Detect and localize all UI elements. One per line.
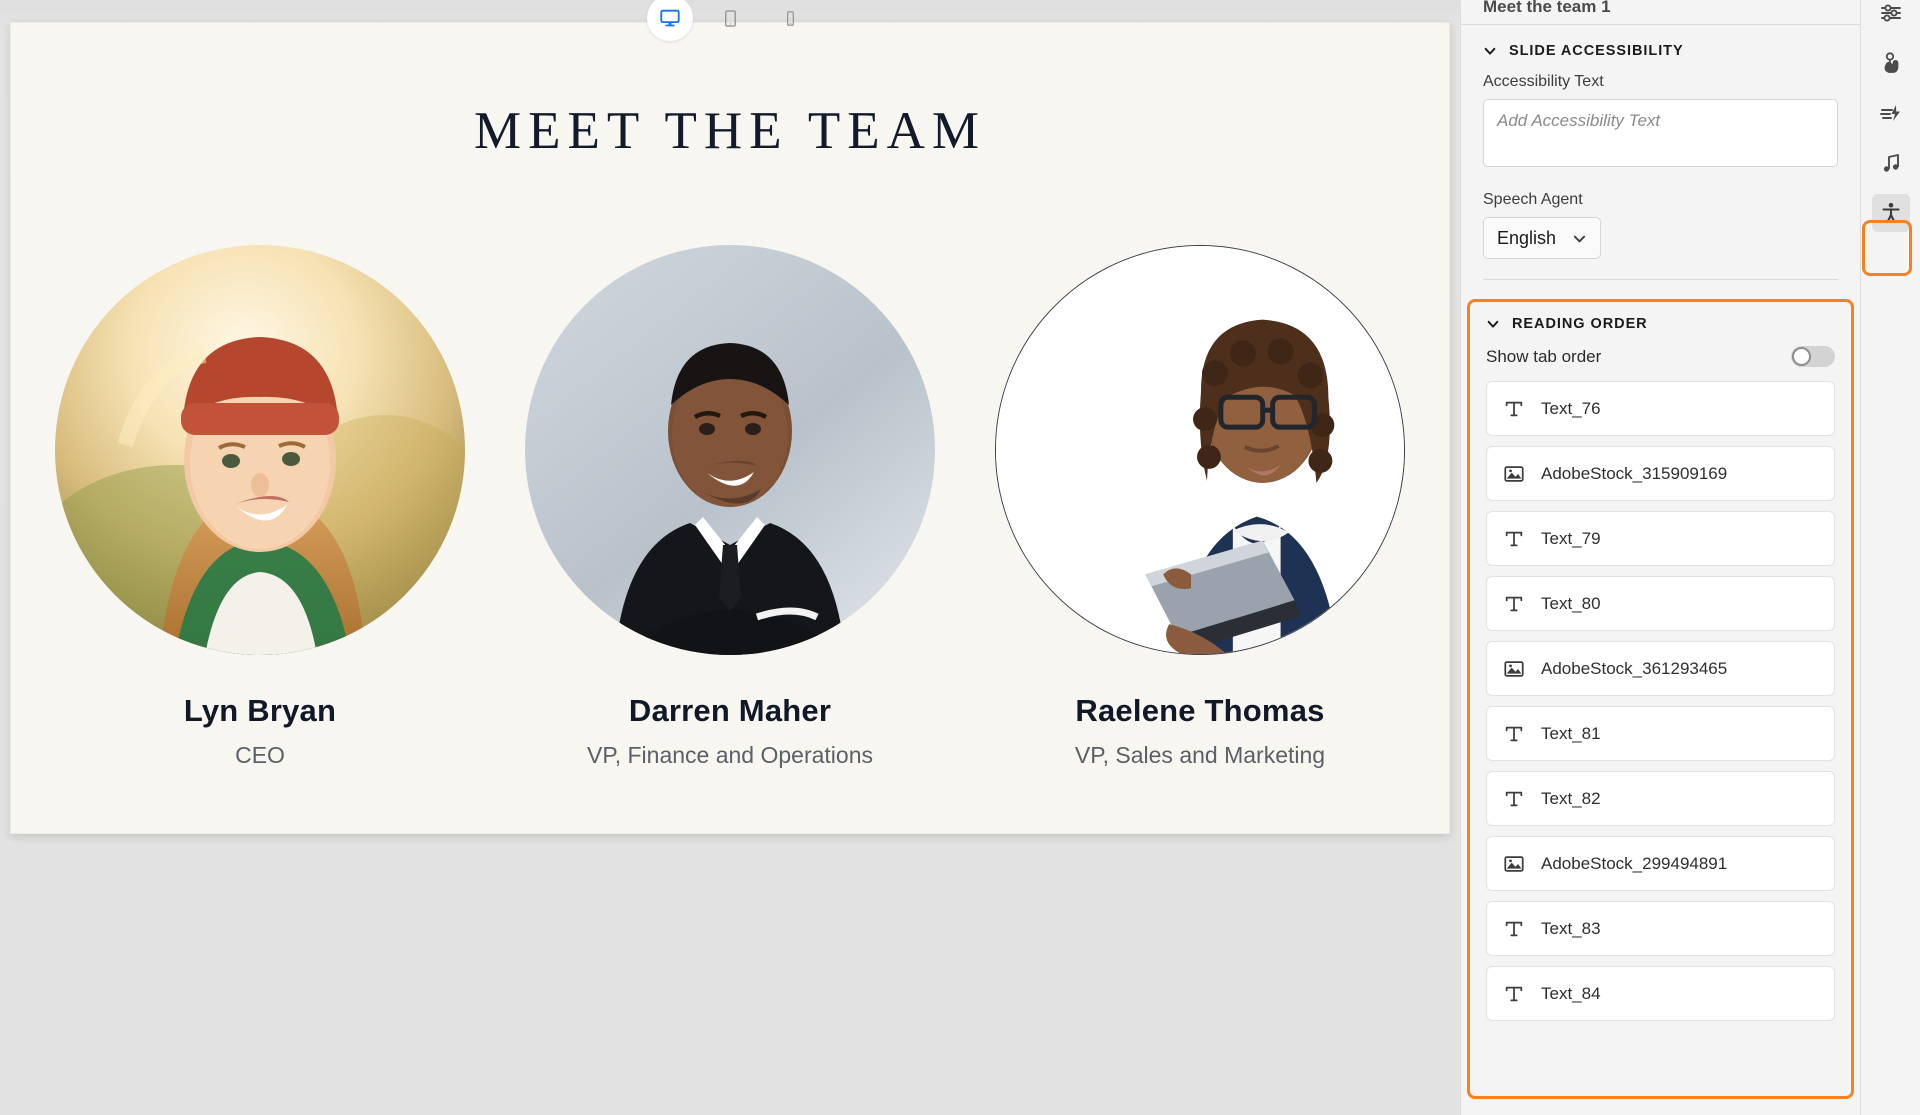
show-tab-order-row: Show tab order [1486,346,1835,367]
reading-order-item-label: Text_79 [1541,528,1601,548]
reading-order-list: Text_76 AdobeStock_315909169 Text_79 Text_8… [1486,381,1835,1021]
text-icon [1505,726,1523,741]
app-root: MEET THE TEAM Lyn Bryan CEO Darren Maher… [0,0,1920,1115]
member-name[interactable]: Lyn Bryan [184,693,336,729]
chevron-down-icon [1484,47,1496,55]
team-member[interactable]: Lyn Bryan CEO [55,245,465,769]
image-icon [1504,855,1524,872]
mobile-icon [786,10,794,26]
reading-order-item-label: AdobeStock_299494891 [1541,853,1728,873]
accessibility-rail-highlight [1862,220,1912,276]
man-suit-arms-crossed-portrait-image [525,245,935,655]
team-member[interactable]: Raelene Thomas VP, Sales and Marketing [995,245,1405,769]
slide-title[interactable]: MEET THE TEAM [11,101,1449,161]
accessibility-text-input[interactable] [1483,99,1838,167]
properties-sliders-icon [1880,4,1901,22]
right-icon-rail [1860,0,1920,1115]
woman-beanie-sunset-portrait-image [55,245,465,655]
slide-accessibility-title: SLIDE ACCESSIBILITY [1509,43,1684,59]
reading-order-item[interactable]: Text_80 [1486,576,1835,631]
text-icon [1505,531,1523,546]
reading-order-item-label: Text_83 [1541,918,1601,938]
reading-order-section: READING ORDER Show tab order Text_76 Adob… [1467,299,1854,1099]
speech-agent-label: Speech Agent [1483,191,1583,208]
reading-order-item[interactable]: Text_76 [1486,381,1835,436]
section-separator [1483,279,1838,280]
text-icon [1505,921,1523,936]
member-name[interactable]: Darren Maher [629,693,831,729]
member-role[interactable]: VP, Sales and Marketing [1075,742,1325,769]
reading-order-item-label: Text_81 [1541,723,1601,743]
rail-button-motion-effects[interactable] [1872,94,1910,132]
image-icon [1504,660,1524,677]
rail-button-properties[interactable] [1872,0,1910,32]
text-icon [1505,986,1523,1001]
team-members-row: Lyn Bryan CEO Darren Maher VP, Finance a… [11,245,1449,769]
team-member[interactable]: Darren Maher VP, Finance and Operations [525,245,935,769]
reading-order-item[interactable]: Text_82 [1486,771,1835,826]
woman-glasses-folder-portrait-image [996,246,1404,654]
member-photo-raelene-thomas[interactable] [995,245,1405,655]
panel-clipped-title: Meet the team 1 [1483,0,1611,16]
reading-order-item[interactable]: AdobeStock_299494891 [1486,836,1835,891]
reading-order-item-label: Text_80 [1541,593,1601,613]
speech-agent-select[interactable]: English [1483,217,1602,259]
text-icon [1505,401,1523,416]
image-icon [1504,465,1524,482]
slide-canvas[interactable]: MEET THE TEAM Lyn Bryan CEO Darren Maher… [10,22,1450,834]
reading-order-item-label: AdobeStock_361293465 [1541,658,1728,678]
member-photo-lyn-bryan[interactable] [55,245,465,655]
reading-order-item-label: Text_82 [1541,788,1601,808]
slide-accessibility-header[interactable]: SLIDE ACCESSIBILITY [1483,43,1838,59]
reading-order-item[interactable]: Text_79 [1486,511,1835,566]
reading-order-item-label: AdobeStock_315909169 [1541,463,1728,483]
reading-order-item[interactable]: Text_84 [1486,966,1835,1021]
reading-order-item-label: Text_84 [1541,983,1601,1003]
show-tab-order-toggle[interactable] [1791,346,1835,367]
reading-order-item[interactable]: Text_83 [1486,901,1835,956]
device-preview-toolbar [0,0,1460,41]
editor-canvas-area: MEET THE TEAM Lyn Bryan CEO Darren Maher… [0,0,1460,1115]
member-role[interactable]: CEO [235,742,285,769]
chevron-down-icon [1573,235,1586,242]
slide-accessibility-section: SLIDE ACCESSIBILITY Accessibility Text S… [1461,25,1860,280]
text-icon [1505,791,1523,806]
audio-music-icon [1883,154,1899,172]
desktop-icon [660,9,680,27]
member-photo-darren-maher[interactable] [525,245,935,655]
interactions-hand-icon [1884,52,1898,73]
reading-order-item[interactable]: AdobeStock_315909169 [1486,446,1835,501]
reading-order-header[interactable]: READING ORDER [1486,316,1835,332]
reading-order-item[interactable]: Text_81 [1486,706,1835,761]
rail-button-interactions[interactable] [1872,44,1910,82]
tablet-icon [724,9,736,27]
reading-order-item-label: Text_76 [1541,398,1601,418]
speech-agent-value: English [1497,227,1557,248]
text-icon [1505,596,1523,611]
properties-panel: Meet the team 1 SLIDE ACCESSIBILITY Acce… [1460,0,1860,1115]
chevron-down-icon [1487,320,1499,328]
member-role[interactable]: VP, Finance and Operations [587,742,873,769]
reading-order-title: READING ORDER [1512,316,1648,332]
motion-effects-icon [1879,105,1900,121]
toggle-knob [1792,347,1811,366]
rail-button-audio[interactable] [1872,144,1910,182]
accessibility-text-label: Accessibility Text [1483,73,1604,90]
show-tab-order-label: Show tab order [1486,346,1602,366]
reading-order-item[interactable]: AdobeStock_361293465 [1486,641,1835,696]
member-name[interactable]: Raelene Thomas [1075,693,1324,729]
